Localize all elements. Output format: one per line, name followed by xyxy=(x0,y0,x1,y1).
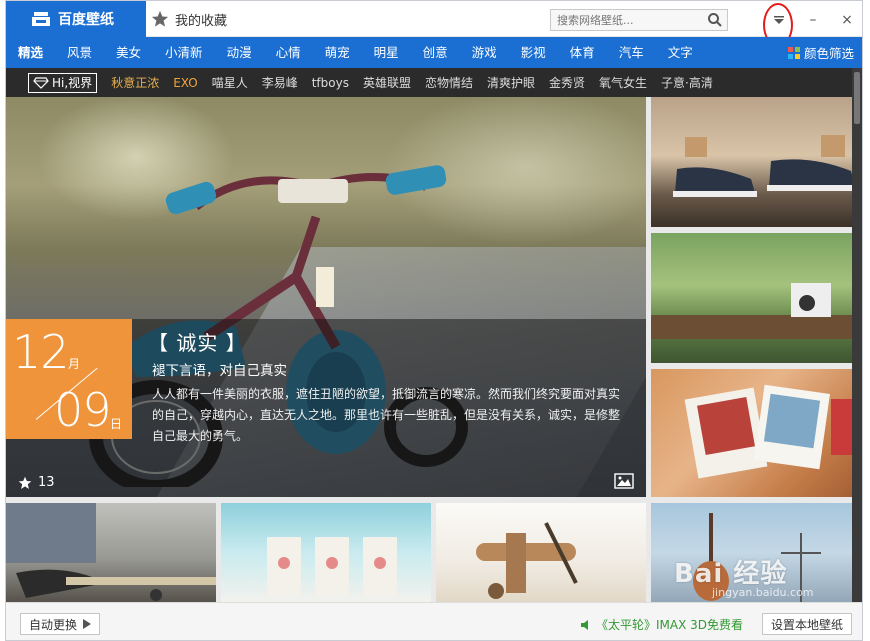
thumbnail-skateboard[interactable] xyxy=(6,503,216,602)
date-day: 09 xyxy=(54,383,112,437)
featured-wallpaper[interactable]: 12 月 09 日 【 诚实 】 褪下言语，对自己真实 人人都有一件美丽的衣服，… xyxy=(6,97,646,497)
wallpaper-app-icon xyxy=(32,12,50,26)
category-item[interactable]: 体育 xyxy=(558,37,607,68)
image-icon[interactable] xyxy=(614,473,634,489)
star-icon xyxy=(18,476,32,489)
hot-tag-item[interactable]: 清爽护眼 xyxy=(487,74,535,91)
hot-tag-item[interactable]: tfboys xyxy=(312,76,349,90)
category-item[interactable]: 心情 xyxy=(264,37,313,68)
date-month-unit: 月 xyxy=(68,357,81,371)
thumbnail-cups[interactable] xyxy=(221,503,431,602)
thumbnail-sneakers[interactable] xyxy=(651,97,862,227)
category-item[interactable]: 文字 xyxy=(656,37,705,68)
hot-tag-item[interactable]: EXO xyxy=(173,76,197,90)
menu-dropdown-button[interactable] xyxy=(768,9,790,31)
camera-illustration xyxy=(651,283,862,339)
star-icon xyxy=(151,10,169,27)
hero-subtitle: 褪下言语，对自己真实 xyxy=(152,363,287,379)
hot-tag-item[interactable]: 秋意正浓 xyxy=(111,74,159,91)
sneakers-illustration xyxy=(673,135,857,197)
color-filter-label: 颜色筛选 xyxy=(803,46,854,61)
wallpaper-grid: 12 月 09 日 【 诚实 】 褪下言语，对自己真实 人人都有一件美丽的衣服，… xyxy=(6,97,862,602)
dropdown-arrow-icon xyxy=(774,16,784,24)
promo-label: 《太平轮》IMAX 3D免费看 xyxy=(596,618,744,632)
date-badge: 12 月 09 日 xyxy=(6,319,132,439)
cups-illustration xyxy=(267,537,397,597)
diamond-icon xyxy=(33,76,49,89)
tab-my-favorites[interactable]: 我的收藏 xyxy=(151,1,227,37)
promo-link[interactable]: 《太平轮》IMAX 3D免费看 xyxy=(580,616,743,633)
scrollbar-thumb[interactable] xyxy=(854,72,860,124)
category-item[interactable]: 影视 xyxy=(509,37,558,68)
search-box xyxy=(550,9,728,31)
hot-tag-item[interactable]: 金秀贤 xyxy=(549,74,585,91)
hot-tag-item[interactable]: 喵星人 xyxy=(212,74,248,91)
hero-likes[interactable]: 13 xyxy=(18,475,55,490)
thumbnail-camera[interactable] xyxy=(651,233,862,363)
thumbnail-photos[interactable] xyxy=(651,369,862,497)
close-icon: × xyxy=(841,12,853,28)
category-item[interactable]: 风景 xyxy=(55,37,104,68)
date-day-unit: 日 xyxy=(110,417,123,431)
hero-title: 【 诚实 】 xyxy=(148,331,247,355)
title-bar: 百度壁纸 我的收藏 – × xyxy=(6,1,862,47)
category-item[interactable]: 萌宠 xyxy=(313,37,362,68)
hero-likes-count: 13 xyxy=(38,475,55,490)
category-item[interactable]: 动漫 xyxy=(215,37,264,68)
set-local-wallpaper-label: 设置本地壁纸 xyxy=(771,617,844,632)
hot-tag-item[interactable]: 李易峰 xyxy=(262,74,298,91)
minimize-icon: – xyxy=(809,12,817,28)
tab-baidu-wallpaper[interactable]: 百度壁纸 xyxy=(6,1,146,37)
category-item[interactable]: 小清新 xyxy=(153,37,215,68)
category-item[interactable]: 创意 xyxy=(411,37,460,68)
photos-illustration xyxy=(684,384,855,479)
auto-change-label: 自动更换 xyxy=(29,617,78,632)
search-icon[interactable] xyxy=(707,12,723,28)
hot-tag-item[interactable]: 英雄联盟 xyxy=(363,74,411,91)
auto-change-button[interactable]: 自动更换 xyxy=(20,613,101,635)
wooden-plane-illustration xyxy=(476,522,578,599)
category-item[interactable]: 汽车 xyxy=(607,37,656,68)
watermark-url: jingyan.baidu.com xyxy=(712,586,814,599)
wallpaper-app-window: 百度壁纸 我的收藏 – × xyxy=(5,0,863,641)
close-button[interactable]: × xyxy=(836,9,858,31)
hot-tag-item[interactable]: 恋物情结 xyxy=(425,74,473,91)
category-item[interactable]: 美女 xyxy=(104,37,153,68)
minimize-button[interactable]: – xyxy=(802,9,824,31)
tab-baidu-wallpaper-label: 百度壁纸 xyxy=(58,12,114,28)
skateboard-illustration xyxy=(6,503,216,601)
baidu-jingyan-watermark: Bai 经验 xyxy=(674,559,788,589)
hi-vision-label: Hi,视界 xyxy=(52,76,93,90)
color-filter-button[interactable]: 颜色筛选 xyxy=(787,37,854,68)
search-input[interactable] xyxy=(551,10,703,30)
category-nav: 精选 风景 美女 小清新 动漫 心情 萌宠 明星 创意 游戏 影视 体育 汽车 文字 颜色筛选 xyxy=(6,37,862,68)
play-triangle-icon xyxy=(83,619,92,629)
hot-tag-item[interactable]: 子意·高清 xyxy=(661,74,713,91)
footer-bar: 自动更换 《太平轮》IMAX 3D免费看 设置本地壁纸 xyxy=(6,602,862,640)
hot-tag-item[interactable]: 氧气女生 xyxy=(599,74,647,91)
color-grid-icon xyxy=(787,46,800,59)
content-scrollbar[interactable] xyxy=(852,68,862,602)
thumbnail-wooden-plane[interactable] xyxy=(436,503,646,602)
tab-my-favorites-label: 我的收藏 xyxy=(175,13,228,29)
hot-tags-bar: Hi,视界 秋意正浓 EXO 喵星人 李易峰 tfboys 英雄联盟 恋物情结 清爽护眼 金秀贤… xyxy=(6,68,862,97)
set-local-wallpaper-button[interactable]: 设置本地壁纸 xyxy=(762,613,853,635)
category-item[interactable]: 游戏 xyxy=(460,37,509,68)
date-month: 12 xyxy=(12,325,70,379)
category-item[interactable]: 精选 xyxy=(6,37,55,68)
hero-description: 人人都有一件美丽的衣服，遮住丑陋的欲望，抵御流言的寒凉。然而我们终究要面对真实的… xyxy=(152,387,621,443)
category-item[interactable]: 明星 xyxy=(362,37,411,68)
hi-vision-badge[interactable]: Hi,视界 xyxy=(28,72,98,93)
speaker-icon xyxy=(581,619,588,630)
